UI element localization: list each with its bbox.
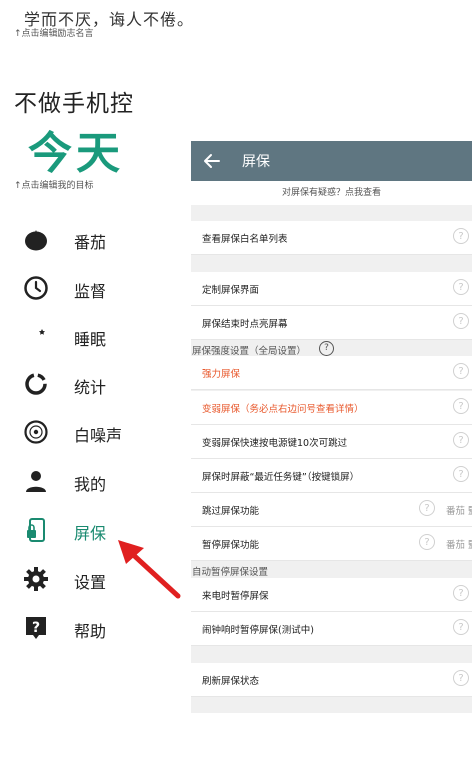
faq-link[interactable]: 对屏保有疑惑？点我查看 xyxy=(191,181,472,205)
help-circle-icon[interactable]: ? xyxy=(453,619,469,635)
row-label: 查看屏保白名单列表 xyxy=(202,234,288,245)
nav-item-help[interactable]: ? 帮助 xyxy=(0,606,190,650)
row-screen-on-end[interactable]: 屏保结束时点亮屏幕 ? xyxy=(191,306,472,340)
goal-text[interactable]: 今天 xyxy=(28,117,124,181)
row-label: 强力屏保 xyxy=(202,369,241,380)
section-help-icon[interactable]: ? xyxy=(319,341,334,356)
row-label: 定制屏保界面 xyxy=(202,285,260,296)
nav-label-stats: 统计 xyxy=(74,378,107,397)
section-strength: 屏保强度设置（全局设置） xyxy=(192,346,307,357)
clock-icon xyxy=(22,274,50,302)
row-incoming-call[interactable]: 来电时暂停屏保 ? xyxy=(191,578,472,612)
goal-edit-hint: ↑点击编辑我的目标 xyxy=(14,181,94,191)
motto-edit-hint: ↑点击编辑励志名言 xyxy=(14,29,94,39)
row-pause-func[interactable]: 暂停屏保功能 ? 番茄 監 xyxy=(191,527,472,561)
row-weak[interactable]: 变弱屏保（务必点右边问号查看详情） ? xyxy=(191,391,472,425)
screensaver-panel: 屏保 对屏保有疑惑？点我查看 查看屏保白名单列表 ? 定制屏保界面 ? 屏保结束… xyxy=(191,141,472,713)
row-value: 番茄 監 xyxy=(446,506,472,517)
moon-star-icon xyxy=(22,322,50,350)
help-icon: ? xyxy=(22,614,50,642)
help-circle-icon[interactable]: ? xyxy=(453,670,469,686)
row-whitelist[interactable]: 查看屏保白名单列表 ? xyxy=(191,221,472,255)
row-refresh[interactable]: 刷新屏保状态 ? xyxy=(191,663,472,697)
help-circle-icon[interactable]: ? xyxy=(453,585,469,601)
red-arrow-icon xyxy=(118,540,181,599)
disc-icon xyxy=(22,418,50,446)
nav-label-screensaver: 屏保 xyxy=(74,524,107,543)
nav-item-mine[interactable]: 我的 xyxy=(0,459,190,503)
help-circle-icon[interactable]: ? xyxy=(419,534,435,550)
row-skip-func[interactable]: 跳过屏保功能 ? 番茄 監 xyxy=(191,493,472,527)
nav-label-help: 帮助 xyxy=(74,622,107,641)
row-strong[interactable]: 强力屏保 ? xyxy=(191,356,472,390)
page-title: 屏保 xyxy=(242,154,270,170)
nav-label-white-noise: 白噪声 xyxy=(74,426,123,445)
app-title: 不做手机控 xyxy=(14,91,134,117)
row-value: 番茄 監 xyxy=(446,540,472,551)
phone-lock-icon xyxy=(22,516,50,544)
toolbar: 屏保 xyxy=(191,141,472,181)
row-label: 跳过屏保功能 xyxy=(202,506,260,517)
nav-item-sleep[interactable]: 睡眠 xyxy=(0,314,190,358)
help-circle-icon[interactable]: ? xyxy=(453,279,469,295)
help-circle-icon[interactable]: ? xyxy=(453,466,469,482)
tomato-icon xyxy=(22,225,50,253)
help-circle-icon[interactable]: ? xyxy=(453,432,469,448)
row-hide-recents[interactable]: 屏保时屏蔽“最近任务键”（按键锁屏） ? xyxy=(191,459,472,493)
row-label: 暂停屏保功能 xyxy=(202,540,260,551)
row-weak-skip[interactable]: 变弱屏保快速按电源键10次可跳过 ? xyxy=(191,425,472,459)
row-customize[interactable]: 定制屏保界面 ? xyxy=(191,272,472,306)
svg-text:?: ? xyxy=(32,620,40,636)
row-label: 刷新屏保状态 xyxy=(202,676,260,687)
row-label: 变弱屏保快速按电源键10次可跳过 xyxy=(202,438,348,449)
nav-item-white-noise[interactable]: 白噪声 xyxy=(0,410,190,454)
help-circle-icon[interactable]: ? xyxy=(419,500,435,516)
nav-label-supervise: 监督 xyxy=(74,282,107,301)
back-arrow-icon[interactable] xyxy=(201,150,223,172)
row-label: 变弱屏保（务必点右边问号查看详情） xyxy=(202,404,364,415)
nav-label-settings: 设置 xyxy=(74,573,107,592)
nav-item-tomato[interactable]: 番茄 xyxy=(0,217,190,261)
help-circle-icon[interactable]: ? xyxy=(453,363,469,379)
row-alarm[interactable]: 闹钟响时暂停屏保(测试中) ? xyxy=(191,612,472,646)
gear-icon xyxy=(22,565,50,593)
nav-label-mine: 我的 xyxy=(74,475,107,494)
help-circle-icon[interactable]: ? xyxy=(453,398,469,414)
row-label: 屏保结束时点亮屏幕 xyxy=(202,319,288,330)
row-label: 来电时暂停屏保 xyxy=(202,591,269,602)
row-label: 屏保时屏蔽“最近任务键”（按键锁屏） xyxy=(202,472,360,483)
help-circle-icon[interactable]: ? xyxy=(453,313,469,329)
nav-item-supervise[interactable]: 监督 xyxy=(0,266,190,310)
nav-label-sleep: 睡眠 xyxy=(74,330,107,349)
help-circle-icon[interactable]: ? xyxy=(453,228,469,244)
ring-chart-icon xyxy=(22,370,50,398)
nav-label-tomato: 番茄 xyxy=(74,233,107,252)
row-label: 闹钟响时暂停屏保(测试中) xyxy=(202,625,314,636)
section-auto-pause: 自动暂停屏保设置 xyxy=(192,567,269,578)
nav-item-stats[interactable]: 统计 xyxy=(0,362,190,406)
person-icon xyxy=(22,467,50,495)
